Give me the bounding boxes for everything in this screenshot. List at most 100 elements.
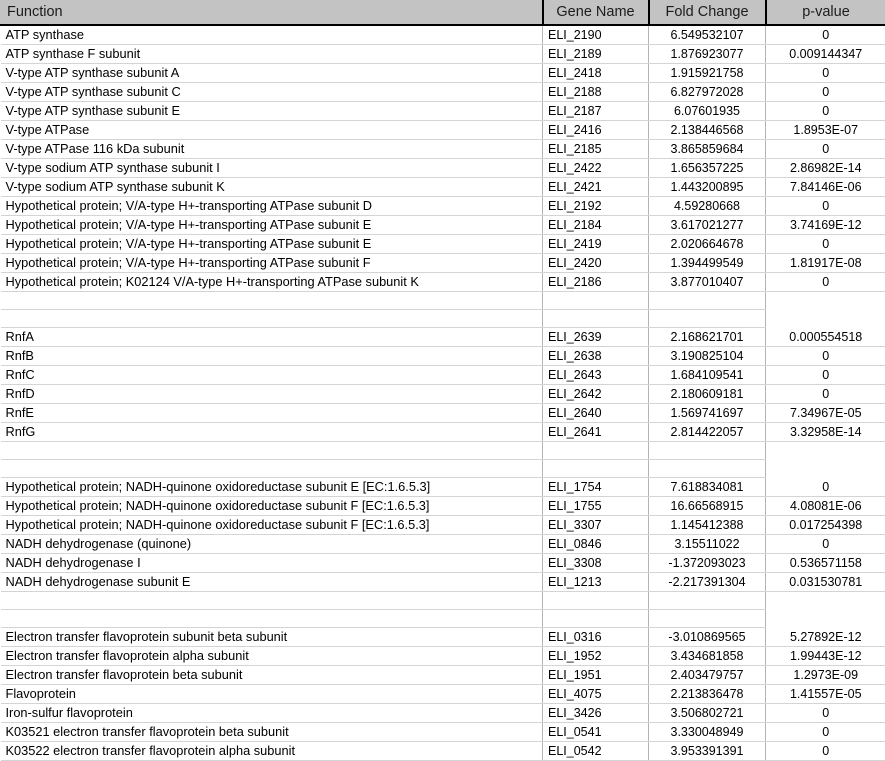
cell-function[interactable]: NADH dehydrogenase subunit E xyxy=(1,573,543,592)
cell-function[interactable]: ATP synthase F subunit xyxy=(1,45,543,64)
cell-fold[interactable]: 3.617021277 xyxy=(649,216,766,235)
cell-gene[interactable]: ELI_2418 xyxy=(543,64,649,83)
cell-gene[interactable]: ELI_1755 xyxy=(543,497,649,516)
cell-gene[interactable] xyxy=(543,460,649,478)
cell-gene[interactable]: ELI_2421 xyxy=(543,178,649,197)
cell-fold[interactable]: 6.549532107 xyxy=(649,25,766,45)
cell-fold[interactable] xyxy=(649,292,766,310)
cell-gene[interactable]: ELI_2638 xyxy=(543,347,649,366)
cell-gene[interactable]: ELI_0542 xyxy=(543,742,649,761)
cell-fold[interactable]: 16.66568915 xyxy=(649,497,766,516)
cell-gene[interactable] xyxy=(543,310,649,328)
cell-fold[interactable]: 1.876923077 xyxy=(649,45,766,64)
cell-function[interactable]: NADH dehydrogenase (quinone) xyxy=(1,535,543,554)
cell-function[interactable]: V-type ATP synthase subunit A xyxy=(1,64,543,83)
cell-pval[interactable]: 0 xyxy=(766,25,885,45)
cell-gene[interactable] xyxy=(543,592,649,610)
cell-fold[interactable]: 2.138446568 xyxy=(649,121,766,140)
cell-gene[interactable]: ELI_2189 xyxy=(543,45,649,64)
cell-function[interactable]: V-type sodium ATP synthase subunit K xyxy=(1,178,543,197)
cell-gene[interactable]: ELI_2190 xyxy=(543,25,649,45)
cell-fold[interactable]: 3.190825104 xyxy=(649,347,766,366)
cell-function[interactable]: V-type ATPase 116 kDa subunit xyxy=(1,140,543,159)
cell-function[interactable]: Hypothetical protein; V/A-type H+-transp… xyxy=(1,216,543,235)
cell-pval[interactable]: 1.41557E-05 xyxy=(766,685,885,704)
cell-pval[interactable]: 7.84146E-06 xyxy=(766,178,885,197)
cell-pval[interactable] xyxy=(766,610,885,628)
cell-gene[interactable]: ELI_1952 xyxy=(543,647,649,666)
cell-gene[interactable]: ELI_0316 xyxy=(543,628,649,647)
cell-gene[interactable] xyxy=(543,292,649,310)
cell-pval[interactable]: 0 xyxy=(766,102,885,121)
cell-fold[interactable]: 3.434681858 xyxy=(649,647,766,666)
cell-function[interactable]: RnfB xyxy=(1,347,543,366)
cell-gene[interactable] xyxy=(543,442,649,460)
cell-pval[interactable]: 1.2973E-09 xyxy=(766,666,885,685)
cell-gene[interactable]: ELI_2187 xyxy=(543,102,649,121)
cell-pval[interactable]: 1.81917E-08 xyxy=(766,254,885,273)
cell-pval[interactable]: 0 xyxy=(766,535,885,554)
cell-function[interactable]: RnfC xyxy=(1,366,543,385)
cell-function[interactable]: Electron transfer flavoprotein beta subu… xyxy=(1,666,543,685)
cell-function[interactable]: V-type ATPase xyxy=(1,121,543,140)
cell-gene[interactable]: ELI_3308 xyxy=(543,554,649,573)
cell-fold[interactable]: 3.506802721 xyxy=(649,704,766,723)
cell-function[interactable]: Flavoprotein xyxy=(1,685,543,704)
cell-function[interactable] xyxy=(1,292,543,310)
cell-pval[interactable] xyxy=(766,442,885,460)
cell-pval[interactable] xyxy=(766,310,885,328)
cell-fold[interactable]: 3.953391391 xyxy=(649,742,766,761)
cell-fold[interactable]: 1.394499549 xyxy=(649,254,766,273)
cell-gene[interactable]: ELI_2185 xyxy=(543,140,649,159)
cell-fold[interactable] xyxy=(649,442,766,460)
cell-gene[interactable]: ELI_2422 xyxy=(543,159,649,178)
cell-gene[interactable]: ELI_3307 xyxy=(543,516,649,535)
cell-pval[interactable]: 1.99443E-12 xyxy=(766,647,885,666)
cell-function[interactable] xyxy=(1,610,543,628)
cell-fold[interactable]: 1.145412388 xyxy=(649,516,766,535)
cell-function[interactable]: RnfD xyxy=(1,385,543,404)
cell-pval[interactable]: 0 xyxy=(766,704,885,723)
cell-gene[interactable]: ELI_2186 xyxy=(543,273,649,292)
cell-fold[interactable]: 1.684109541 xyxy=(649,366,766,385)
cell-pval[interactable]: 0 xyxy=(766,64,885,83)
cell-pval[interactable]: 4.08081E-06 xyxy=(766,497,885,516)
cell-function[interactable]: RnfE xyxy=(1,404,543,423)
cell-function[interactable]: Hypothetical protein; K02124 V/A-type H+… xyxy=(1,273,543,292)
column-header-fold-change[interactable]: Fold Change xyxy=(649,0,766,25)
cell-function[interactable]: RnfA xyxy=(1,328,543,347)
cell-gene[interactable]: ELI_1213 xyxy=(543,573,649,592)
cell-fold[interactable]: 1.569741697 xyxy=(649,404,766,423)
cell-function[interactable]: Electron transfer flavoprotein alpha sub… xyxy=(1,647,543,666)
cell-gene[interactable]: ELI_0846 xyxy=(543,535,649,554)
cell-function[interactable] xyxy=(1,592,543,610)
cell-pval[interactable]: 0.000554518 xyxy=(766,328,885,347)
cell-gene[interactable]: ELI_2641 xyxy=(543,423,649,442)
cell-fold[interactable]: 2.180609181 xyxy=(649,385,766,404)
cell-gene[interactable]: ELI_2640 xyxy=(543,404,649,423)
cell-function[interactable] xyxy=(1,442,543,460)
cell-fold[interactable]: 2.403479757 xyxy=(649,666,766,685)
cell-gene[interactable]: ELI_2184 xyxy=(543,216,649,235)
cell-pval[interactable]: 0.017254398 xyxy=(766,516,885,535)
cell-fold[interactable]: 3.15511022 xyxy=(649,535,766,554)
cell-function[interactable]: RnfG xyxy=(1,423,543,442)
cell-function[interactable]: Electron transfer flavoprotein subunit b… xyxy=(1,628,543,647)
cell-pval[interactable] xyxy=(766,460,885,478)
cell-function[interactable]: Hypothetical protein; V/A-type H+-transp… xyxy=(1,254,543,273)
column-header-gene-name[interactable]: Gene Name xyxy=(543,0,649,25)
cell-gene[interactable]: ELI_2419 xyxy=(543,235,649,254)
cell-fold[interactable]: 1.656357225 xyxy=(649,159,766,178)
cell-gene[interactable]: ELI_1951 xyxy=(543,666,649,685)
cell-function[interactable]: Hypothetical protein; V/A-type H+-transp… xyxy=(1,197,543,216)
cell-function[interactable]: Hypothetical protein; V/A-type H+-transp… xyxy=(1,235,543,254)
cell-pval[interactable]: 0 xyxy=(766,273,885,292)
cell-function[interactable]: Hypothetical protein; NADH-quinone oxido… xyxy=(1,497,543,516)
cell-fold[interactable]: 6.827972028 xyxy=(649,83,766,102)
cell-gene[interactable]: ELI_2192 xyxy=(543,197,649,216)
cell-fold[interactable]: -3.010869565 xyxy=(649,628,766,647)
cell-fold[interactable] xyxy=(649,592,766,610)
cell-fold[interactable]: -1.372093023 xyxy=(649,554,766,573)
cell-pval[interactable]: 0 xyxy=(766,366,885,385)
cell-pval[interactable]: 0 xyxy=(766,478,885,497)
